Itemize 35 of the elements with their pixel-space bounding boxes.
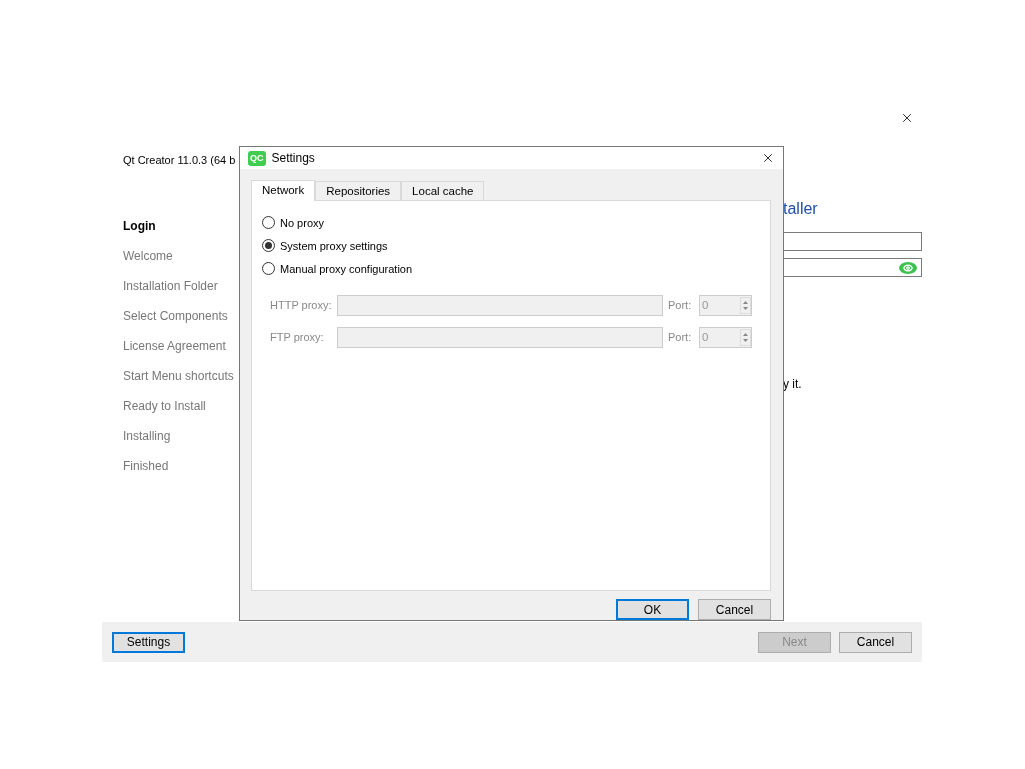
proxy-option[interactable]: System proxy settings (262, 234, 388, 257)
proxy-option[interactable]: Manual proxy configuration (262, 257, 413, 280)
action-button[interactable]: Cancel (839, 631, 912, 653)
close-icon[interactable] (900, 111, 914, 125)
radio-label: System proxy settings (280, 239, 388, 252)
step-label: Ready to Install (123, 398, 206, 415)
tab[interactable]: Network (251, 180, 316, 201)
step-label: Welcome (123, 248, 173, 265)
step-label: License Agreement (123, 338, 226, 355)
radio-label: Manual proxy configuration (280, 262, 413, 275)
close-icon[interactable] (761, 151, 775, 165)
window-title: Qt Creator 11.0.3 (64 b (123, 154, 236, 166)
field-label: FTP proxy: (270, 331, 325, 343)
tab[interactable]: Local cache (401, 181, 485, 200)
field-label: Port: (668, 299, 693, 311)
eye-icon[interactable] (899, 261, 917, 274)
proxy-option[interactable]: No proxy (262, 211, 325, 234)
spin-arrows-icon[interactable] (740, 296, 751, 314)
dialog-button[interactable]: Cancel (698, 599, 771, 620)
spin-arrows-icon[interactable] (740, 328, 751, 346)
field-label: HTTP proxy: (270, 299, 332, 311)
step-label: Select Components (123, 308, 228, 325)
tab[interactable]: Repositories (315, 181, 402, 200)
step-label: Installation Folder (123, 278, 218, 295)
app-logo: QC (248, 150, 266, 166)
step-label: Installing (123, 428, 171, 445)
page-heading: taller (783, 199, 819, 219)
step-label: Start Menu shortcuts (123, 368, 234, 385)
action-button[interactable]: Settings (112, 631, 185, 653)
dialog-button[interactable]: OK (616, 599, 689, 620)
dialog-title: Settings (271, 151, 316, 165)
field-label: Port: (668, 331, 693, 343)
step-label: Finished (123, 458, 169, 475)
step-label: Login (123, 218, 156, 235)
radio-label: No proxy (280, 216, 325, 229)
